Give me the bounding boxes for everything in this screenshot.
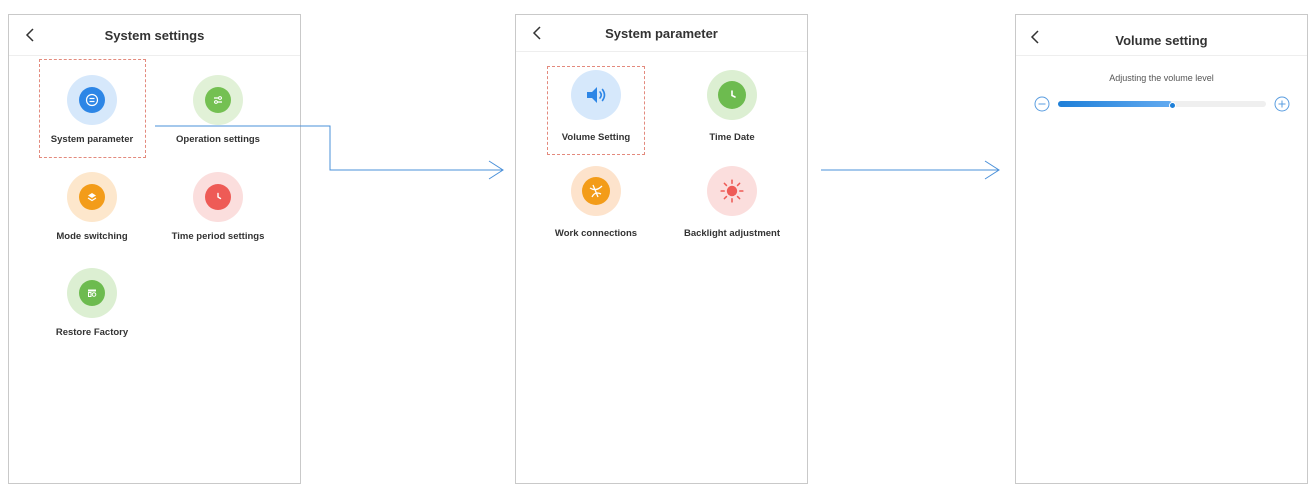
header: System parameter	[516, 15, 807, 52]
restore-icon	[79, 280, 105, 306]
icon-halo	[67, 75, 117, 125]
system-parameter-screen: System parameter Volume Setting Time Dat	[515, 14, 808, 484]
page-title: Volume setting	[1115, 33, 1208, 48]
sun-icon	[719, 178, 745, 204]
layers-icon	[79, 184, 105, 210]
icon-halo	[193, 75, 243, 125]
system-settings-screen: System settings System parameter Operati…	[8, 14, 301, 484]
tile-label: Restore Factory	[55, 327, 129, 338]
tile-mode-switching[interactable]: Mode switching	[32, 172, 152, 242]
tile-label: Time Date	[709, 132, 755, 143]
volume-slider[interactable]	[1058, 101, 1266, 109]
page-title: System settings	[104, 28, 205, 43]
page-title: System parameter	[605, 26, 718, 41]
tile-system-parameter[interactable]: System parameter	[32, 75, 152, 145]
tile-label: Time period settings	[171, 231, 265, 242]
list-icon	[79, 87, 105, 113]
volume-caption: Adjusting the volume level	[1109, 73, 1214, 83]
tile-restore-factory[interactable]: Restore Factory	[32, 268, 152, 338]
header: System settings	[9, 15, 300, 56]
icon-halo	[67, 268, 117, 318]
connection-icon	[582, 177, 610, 205]
icon-halo	[67, 172, 117, 222]
tile-label: Backlight adjustment	[683, 228, 781, 239]
sliders-icon	[205, 87, 231, 113]
tile-backlight-adjustment[interactable]: Backlight adjustment	[672, 166, 792, 239]
flow-arrow-icon	[155, 125, 504, 180]
tile-label: Volume Setting	[561, 132, 631, 143]
flow-arrow-icon	[821, 160, 1000, 180]
plus-icon[interactable]	[1274, 96, 1290, 112]
icon-halo	[571, 166, 621, 216]
tile-label: Mode switching	[56, 231, 128, 242]
clock-icon	[205, 184, 231, 210]
tile-time-period-settings[interactable]: Time period settings	[158, 172, 278, 242]
tile-volume-setting[interactable]: Volume Setting	[536, 70, 656, 143]
tile-time-date[interactable]: Time Date	[672, 70, 792, 143]
icon-halo	[571, 70, 621, 120]
speaker-icon	[583, 82, 609, 108]
header: Volume setting	[1016, 15, 1307, 56]
icon-halo	[707, 70, 757, 120]
tile-label: Work connections	[554, 228, 638, 239]
icon-halo	[707, 166, 757, 216]
clock-icon	[718, 81, 746, 109]
tile-work-connections[interactable]: Work connections	[536, 166, 656, 239]
minus-icon[interactable]	[1034, 96, 1050, 112]
tile-label: System parameter	[50, 134, 134, 145]
volume-setting-screen: Volume setting Adjusting the volume leve…	[1015, 14, 1308, 484]
volume-slider-thumb[interactable]	[1169, 101, 1177, 109]
volume-slider-fill	[1058, 101, 1173, 107]
